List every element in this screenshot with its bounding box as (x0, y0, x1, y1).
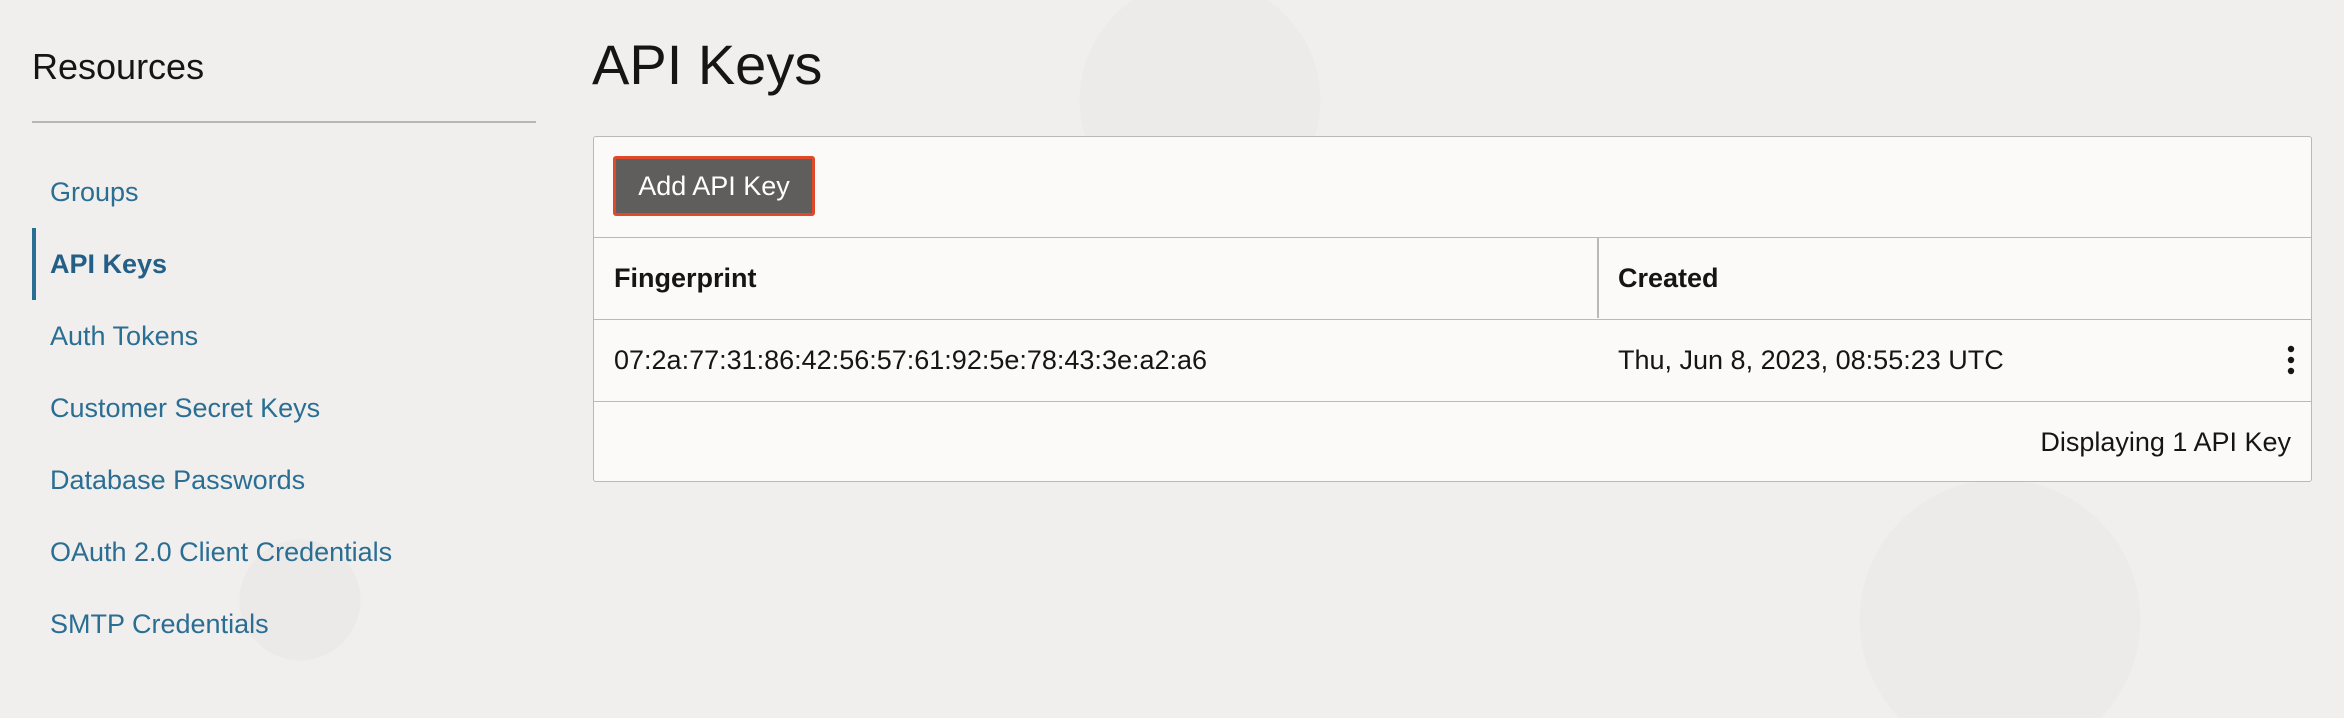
sidebar-item-database-passwords[interactable]: Database Passwords (32, 444, 536, 516)
kebab-menu-icon[interactable] (2285, 344, 2297, 376)
sidebar-divider (32, 121, 536, 123)
table-footer-count: Displaying 1 API Key (2040, 426, 2291, 457)
panel-toolbar: Add API Key (594, 137, 2311, 238)
column-header-fingerprint: Fingerprint (614, 262, 757, 293)
column-header-created: Created (1618, 262, 1719, 293)
sidebar-item-groups[interactable]: Groups (32, 156, 536, 228)
fingerprint-cell: 07:2a:77:31:86:42:56:57:61:92:5e:78:43:3… (614, 344, 1208, 375)
sidebar-item-customer-secret-keys[interactable]: Customer Secret Keys (32, 372, 536, 444)
column-divider (1597, 238, 1599, 318)
kebab-menu-icon-glyph (2287, 345, 2295, 375)
sidebar-item-auth-tokens[interactable]: Auth Tokens (32, 300, 536, 372)
sidebar-item-oauth-client-credentials[interactable]: OAuth 2.0 Client Credentials (32, 516, 536, 588)
table-header-row: Fingerprint Created (594, 238, 2311, 320)
sidebar-title: Resources (32, 46, 205, 87)
api-keys-panel: Add API Key Fingerprint Created 07:2a:77… (593, 136, 2312, 482)
sidebar-item-api-keys[interactable]: API Keys (32, 228, 536, 300)
table-row: 07:2a:77:31:86:42:56:57:61:92:5e:78:43:3… (594, 320, 2311, 402)
resources-nav: Groups API Keys Auth Tokens Customer Sec… (32, 156, 536, 660)
created-cell: Thu, Jun 8, 2023, 08:55:23 UTC (1618, 344, 2004, 375)
sidebar-item-smtp-credentials[interactable]: SMTP Credentials (32, 588, 536, 660)
page-title: API Keys (592, 33, 823, 96)
add-api-key-button[interactable]: Add API Key (613, 156, 815, 216)
